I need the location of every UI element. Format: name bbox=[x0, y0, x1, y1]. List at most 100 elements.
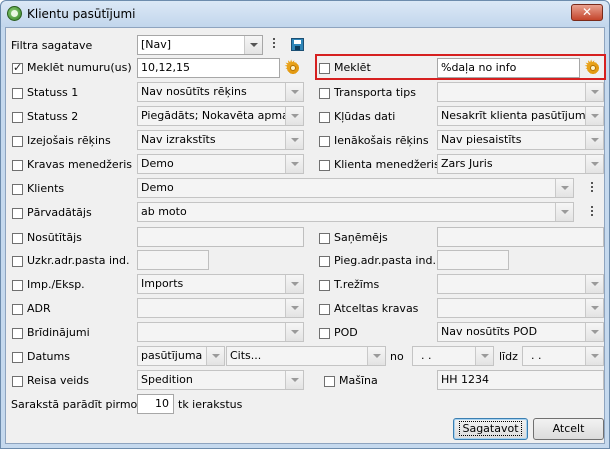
chevron-down-icon[interactable] bbox=[285, 275, 303, 293]
status2-checkbox[interactable] bbox=[12, 112, 23, 123]
filter-form: Filtra sagatave [Nav] Meklēt numuru(us) … bbox=[5, 27, 606, 444]
gear-icon[interactable] bbox=[584, 57, 601, 77]
search-text-input[interactable]: %daļa no info bbox=[437, 58, 580, 78]
save-disk-icon[interactable] bbox=[291, 38, 304, 51]
load-email-checkbox[interactable] bbox=[12, 256, 23, 267]
out-invoice-select[interactable]: Nav izrakstīts bbox=[137, 130, 304, 150]
search-text-label: Meklēt bbox=[334, 61, 371, 74]
chevron-down-icon[interactable] bbox=[285, 299, 303, 317]
cancelled-checkbox[interactable] bbox=[319, 304, 330, 315]
chevron-down-icon[interactable] bbox=[555, 203, 573, 221]
gear-icon[interactable] bbox=[284, 57, 301, 77]
t-regime-label: T.režīms bbox=[334, 278, 380, 291]
search-text-checkbox[interactable] bbox=[319, 63, 330, 74]
errors-checkbox[interactable] bbox=[319, 112, 330, 123]
chevron-down-icon[interactable] bbox=[555, 179, 573, 197]
chevron-down-icon[interactable] bbox=[285, 83, 303, 101]
date-type-select[interactable]: pasūtījuma bbox=[137, 346, 225, 366]
client-select[interactable]: Demo bbox=[137, 178, 574, 198]
chevron-down-icon[interactable] bbox=[585, 347, 603, 365]
chevron-down-icon[interactable] bbox=[206, 347, 224, 365]
chevron-down-icon[interactable] bbox=[285, 107, 303, 125]
filter-template-select[interactable]: [Nav] bbox=[137, 35, 263, 55]
chevron-down-icon[interactable] bbox=[585, 275, 603, 293]
trip-type-select[interactable]: Spedition bbox=[137, 370, 304, 390]
unload-email-input[interactable] bbox=[437, 250, 509, 270]
date-checkbox[interactable] bbox=[12, 352, 23, 363]
t-regime-checkbox[interactable] bbox=[319, 280, 330, 291]
carrier-checkbox[interactable] bbox=[12, 208, 23, 219]
chevron-down-icon[interactable] bbox=[285, 131, 303, 149]
cargo-manager-checkbox[interactable] bbox=[12, 160, 23, 171]
status1-checkbox[interactable] bbox=[12, 88, 23, 99]
chevron-down-icon[interactable] bbox=[244, 36, 262, 54]
status1-label: Statuss 1 bbox=[27, 86, 79, 99]
pod-checkbox[interactable] bbox=[319, 328, 330, 339]
more-dots-icon[interactable] bbox=[273, 38, 276, 50]
chevron-down-icon[interactable] bbox=[285, 155, 303, 173]
receiver-checkbox[interactable] bbox=[319, 233, 330, 244]
date-to-picker[interactable]: . . bbox=[522, 346, 604, 366]
cargo-manager-select[interactable]: Demo bbox=[137, 154, 304, 174]
adr-select[interactable] bbox=[137, 298, 304, 318]
impexp-select[interactable]: Imports bbox=[137, 274, 304, 294]
status1-select[interactable]: Nav nosūtīts rēķins bbox=[137, 82, 304, 102]
carrier-select[interactable]: ab moto bbox=[137, 202, 574, 222]
out-invoice-checkbox[interactable] bbox=[12, 136, 23, 147]
warnings-checkbox[interactable] bbox=[12, 328, 23, 339]
chevron-down-icon[interactable] bbox=[585, 323, 603, 341]
chevron-down-icon[interactable] bbox=[585, 155, 603, 173]
search-number-checkbox[interactable] bbox=[12, 61, 23, 74]
date-type-value: pasūtījuma bbox=[141, 349, 203, 362]
show-first-input[interactable]: 10 bbox=[137, 394, 174, 414]
pod-select[interactable]: Nav nosūtīts POD bbox=[437, 322, 604, 342]
in-invoice-checkbox[interactable] bbox=[319, 136, 330, 147]
cancelled-select[interactable] bbox=[437, 298, 604, 318]
in-invoice-select[interactable]: Nav piesaistīts bbox=[437, 130, 604, 150]
more-dots-icon[interactable] bbox=[591, 182, 594, 194]
cancelled-label: Atceltas kravas bbox=[334, 302, 419, 315]
transport-type-label: Transporta tips bbox=[334, 86, 416, 99]
client-manager-select[interactable]: Zars Juris bbox=[437, 154, 604, 174]
t-regime-select[interactable] bbox=[437, 274, 604, 294]
pod-value: Nav nosūtīts POD bbox=[441, 325, 538, 338]
status2-select[interactable]: Piegādāts; Nokavēta apmaksa bbox=[137, 106, 304, 126]
client-value: Demo bbox=[141, 181, 174, 194]
more-dots-icon[interactable] bbox=[591, 206, 594, 218]
trip-type-label: Reisa veids bbox=[27, 374, 89, 387]
date-to-value: . . bbox=[531, 349, 542, 362]
generate-button[interactable]: Sagatavot bbox=[453, 418, 528, 440]
trip-type-checkbox[interactable] bbox=[12, 376, 23, 387]
unload-email-checkbox[interactable] bbox=[319, 256, 330, 267]
adr-checkbox[interactable] bbox=[12, 304, 23, 315]
client-checkbox[interactable] bbox=[12, 184, 23, 195]
chevron-down-icon[interactable] bbox=[475, 347, 493, 365]
sender-input[interactable] bbox=[137, 227, 304, 247]
search-number-input[interactable]: 10,12,15 bbox=[137, 58, 280, 78]
vehicle-input[interactable]: HH 1234 bbox=[437, 370, 604, 390]
chevron-down-icon[interactable] bbox=[585, 299, 603, 317]
warnings-select[interactable] bbox=[137, 322, 304, 342]
chevron-down-icon[interactable] bbox=[585, 83, 603, 101]
client-manager-checkbox[interactable] bbox=[319, 160, 330, 171]
sender-checkbox[interactable] bbox=[12, 233, 23, 244]
chevron-down-icon[interactable] bbox=[285, 371, 303, 389]
load-email-input[interactable] bbox=[137, 250, 209, 270]
date-from-picker[interactable]: . . bbox=[412, 346, 494, 366]
cancel-button[interactable]: Atcelt bbox=[533, 418, 604, 440]
errors-select[interactable]: Nesakrīt klienta pasūtījumu ieņēmumi bbox=[437, 106, 604, 126]
receiver-input[interactable] bbox=[437, 227, 604, 247]
impexp-checkbox[interactable] bbox=[12, 280, 23, 291]
vehicle-checkbox[interactable] bbox=[324, 376, 335, 387]
app-logo-icon bbox=[7, 6, 22, 21]
transport-type-checkbox[interactable] bbox=[319, 88, 330, 99]
chevron-down-icon[interactable] bbox=[367, 347, 385, 365]
date-period-select[interactable]: Cits... bbox=[226, 346, 386, 366]
chevron-down-icon[interactable] bbox=[285, 323, 303, 341]
close-button[interactable]: ✕ bbox=[571, 4, 603, 21]
chevron-down-icon[interactable] bbox=[585, 107, 603, 125]
chevron-down-icon[interactable] bbox=[585, 131, 603, 149]
impexp-value: Imports bbox=[141, 277, 184, 290]
transport-type-select[interactable] bbox=[437, 82, 604, 102]
cargo-manager-label: Kravas menedžeris bbox=[27, 158, 133, 171]
